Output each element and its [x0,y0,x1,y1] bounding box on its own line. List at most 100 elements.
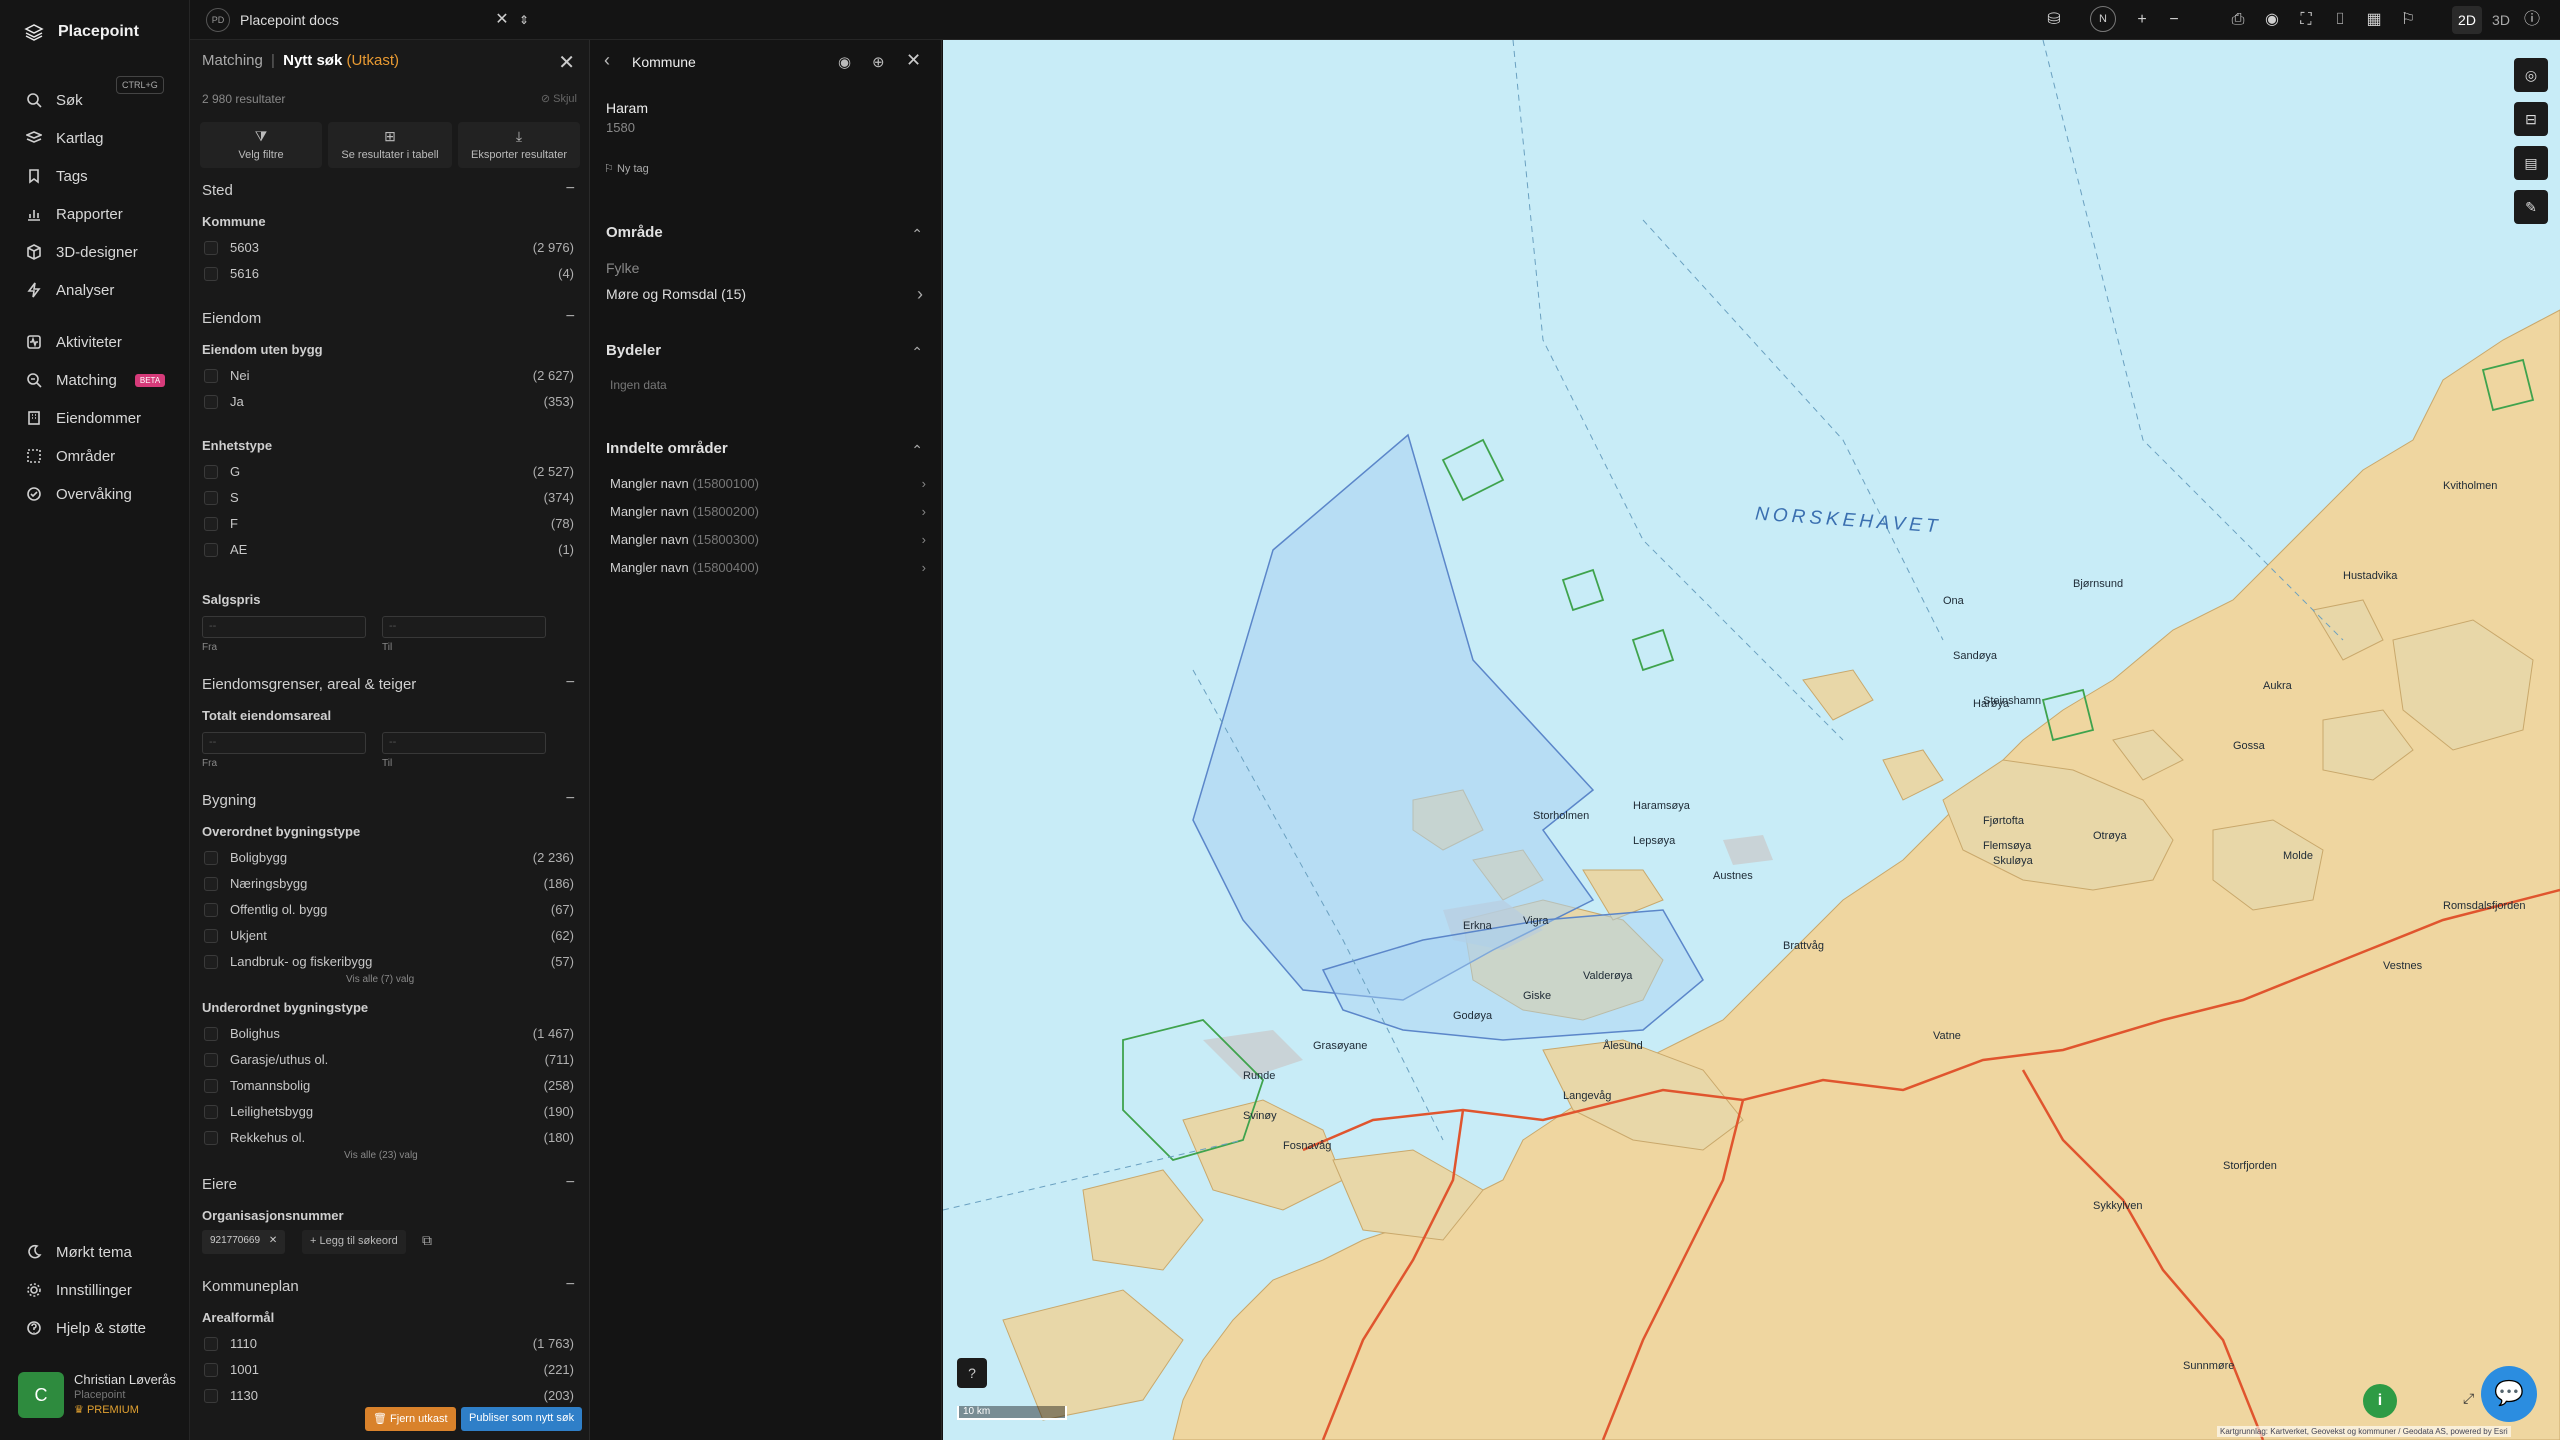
breadcrumb-root[interactable]: Matching [202,52,263,69]
back-icon[interactable]: ‹ [604,50,610,71]
subarea-item[interactable]: Mangler navn (15800100) › [610,476,926,496]
camera-icon[interactable]: ⌷ [2330,10,2350,30]
filter-option[interactable]: 5603 (2 976) [204,238,574,258]
filter-option[interactable]: 1001 (221) [204,1360,574,1380]
bydeler-heading[interactable]: Bydeler [606,342,661,359]
checkbox[interactable] [204,465,218,479]
doc-switch-icon[interactable]: ⇕ [514,10,534,30]
omrade-heading[interactable]: Område [606,224,663,241]
checkbox[interactable] [204,1079,218,1093]
map-draw-button[interactable]: ✎ [2514,190,2548,224]
close-doc-icon[interactable]: ✕ [492,10,512,30]
fullscreen-icon[interactable]: ⛶ [2296,10,2316,30]
filter-option[interactable]: Landbruk- og fiskeribygg (57) [204,952,574,972]
eye-icon[interactable]: ◉ [2262,10,2282,30]
salgspris-to-input[interactable]: -- [382,616,546,638]
filter-option[interactable]: G (2 527) [204,462,574,482]
publish-button[interactable]: Publiser som nytt søk [461,1407,583,1431]
areal-from-input[interactable]: -- [202,732,366,754]
info-button[interactable]: i [2363,1384,2397,1418]
zoom-in-icon[interactable]: + [2132,10,2152,30]
sidebar-item-tags[interactable]: Tags [26,164,176,188]
filter-option[interactable]: Leilighetsbygg (190) [204,1102,574,1122]
compass-button[interactable]: N [2090,6,2116,32]
document-tab[interactable]: PD Placepoint docs [206,8,339,32]
filter-option[interactable]: Nei (2 627) [204,366,574,386]
filter-option[interactable]: 5616 (4) [204,264,574,284]
filter-option[interactable]: AE (1) [204,540,574,560]
filter-option[interactable]: Bolighus (1 467) [204,1024,574,1044]
checkbox[interactable] [204,267,218,281]
remove-chip-icon[interactable]: ✕ [269,1235,277,1246]
layers-stack-icon[interactable]: ⛁ [2044,10,2064,30]
show-all-over-link[interactable]: Vis alle (7) valg [346,974,414,985]
close-icon[interactable]: ✕ [558,50,575,75]
collapse-bygning-icon[interactable]: − [566,790,575,808]
new-tag-button[interactable]: ⚐ Ny tag [604,162,649,175]
checkbox[interactable] [204,1363,218,1377]
salgspris-from-input[interactable]: -- [202,616,366,638]
info-icon[interactable]: ⓘ [2522,10,2542,30]
subarea-item[interactable]: Mangler navn (15800400) › [610,560,926,580]
close-icon[interactable]: ✕ [906,50,921,71]
checkbox[interactable] [204,929,218,943]
hide-button[interactable]: ⊘ Skjul [541,92,577,105]
add-keyword-button[interactable]: + Legg til søkeord [302,1230,406,1254]
checkbox[interactable] [204,955,218,969]
print-icon[interactable]: ⎙ [2228,10,2248,30]
filter-option[interactable]: Næringsbygg (186) [204,874,574,894]
sidebar-item-søk[interactable]: Søk [26,88,176,112]
export-button[interactable]: ⤓ Eksporter resultater [458,122,580,168]
sidebar-item-områder[interactable]: Områder [26,444,176,468]
view-table-button[interactable]: ⊞ Se resultater i tabell [328,122,452,168]
grid-icon[interactable]: ▦ [2364,10,2384,30]
checkbox[interactable] [204,491,218,505]
checkbox[interactable] [204,395,218,409]
checkbox[interactable] [204,543,218,557]
sidebar-bottom-gear[interactable]: Innstillinger [26,1278,176,1302]
checkbox[interactable] [204,1337,218,1351]
filter-option[interactable]: Garasje/uthus ol. (711) [204,1050,574,1070]
checkbox[interactable] [204,1131,218,1145]
section-grenser[interactable]: Eiendomsgrenser, areal & teiger [202,676,416,693]
sidebar-item-eiendommer[interactable]: Eiendommer [26,406,176,430]
checkbox[interactable] [204,241,218,255]
chevron-up-icon[interactable]: ⌃ [911,442,923,459]
filter-option[interactable]: Ukjent (62) [204,926,574,946]
filter-option[interactable]: 1110 (1 763) [204,1334,574,1354]
filter-option[interactable]: Tomannsbolig (258) [204,1076,574,1096]
checkbox[interactable] [204,903,218,917]
section-bygning[interactable]: Bygning [202,792,256,809]
user-profile[interactable]: C Christian Løverås Placepoint ♛ PREMIUM [18,1372,176,1418]
app-logo[interactable]: Placepoint [24,22,139,42]
map-help-button[interactable]: ? [957,1358,987,1388]
sidebar-item-rapporter[interactable]: Rapporter [26,202,176,226]
map-view[interactable]: NORSKEHAVET Ona Bjørnsund Sandøya Steinsham… [943,40,2560,1440]
subarea-item[interactable]: Mangler navn (15800300) › [610,532,926,552]
sidebar-item-kartlag[interactable]: Kartlag [26,126,176,150]
mode-2d-toggle[interactable]: 2D [2452,6,2482,34]
sidebar-item-matching[interactable]: Matching BETA [26,368,176,392]
sidebar-item-overvåking[interactable]: Overvåking [26,482,176,506]
sidebar-bottom-help[interactable]: Hjelp & støtte [26,1316,176,1340]
subarea-item[interactable]: Mangler navn (15800200) › [610,504,926,524]
map-chart-button[interactable]: ▤ [2514,146,2548,180]
checkbox[interactable] [204,1105,218,1119]
section-sted[interactable]: Sted [202,182,233,199]
collapse-eiendom-icon[interactable]: − [566,308,575,326]
collapse-eiere-icon[interactable]: − [566,1174,575,1192]
expand-icon[interactable]: ⤢ [2463,1390,2474,1407]
remove-draft-button[interactable]: 🗑 Fjern utkast [365,1407,456,1431]
filter-option[interactable]: Ja (353) [204,392,574,412]
checkbox[interactable] [204,1027,218,1041]
bookmark-icon[interactable]: ⚐ [2398,10,2418,30]
choose-filters-button[interactable]: ⧩ Velg filtre [200,122,322,168]
sidebar-item-3d-designer[interactable]: 3D-designer [26,240,176,264]
target-icon[interactable]: ⊕ [872,53,885,71]
sidebar-item-analyser[interactable]: Analyser [26,278,176,302]
filter-option[interactable]: 1130 (203) [204,1386,574,1406]
checkbox[interactable] [204,369,218,383]
map-locate-button[interactable]: ◎ [2514,58,2548,92]
filter-option[interactable]: F (78) [204,514,574,534]
sidebar-bottom-moon[interactable]: Mørkt tema [26,1240,176,1264]
